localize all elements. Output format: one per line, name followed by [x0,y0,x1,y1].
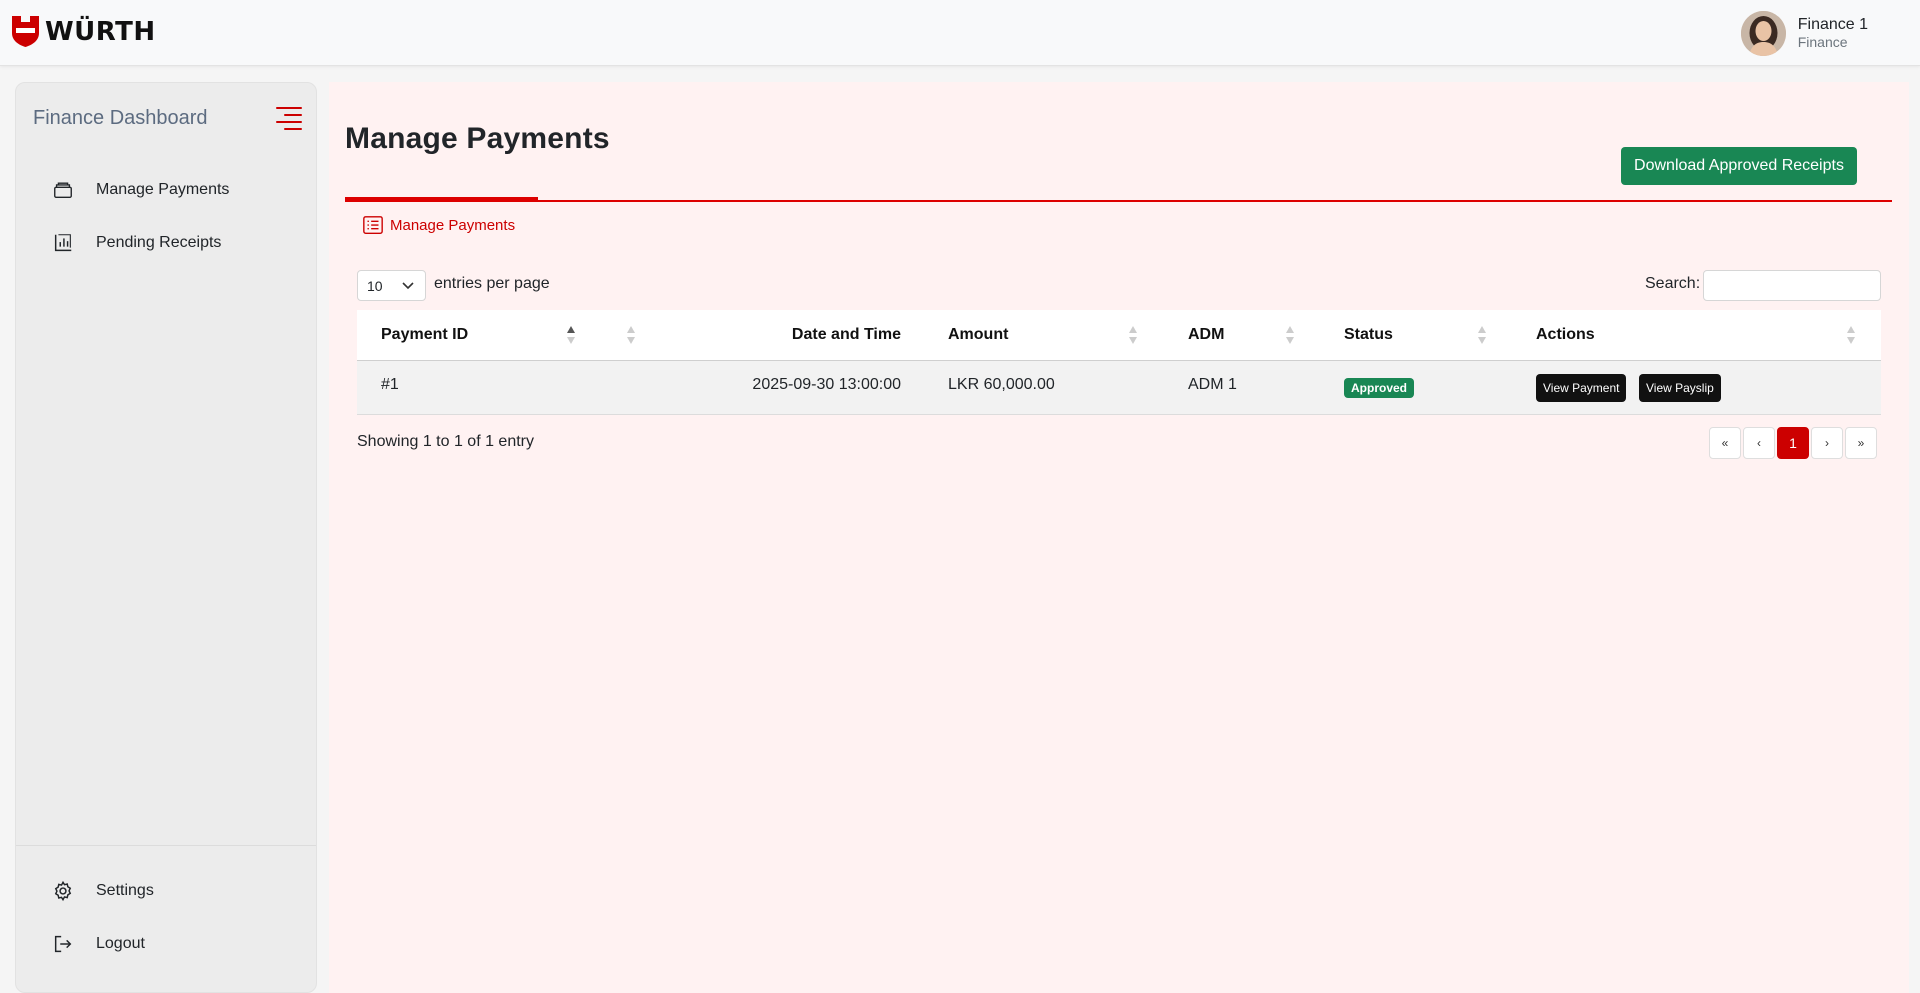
report-chart-icon [54,234,72,252]
sort-icon[interactable] [626,324,636,346]
gear-icon [54,880,72,902]
cell-date-time: 2025-09-30 13:00:00 [752,376,901,393]
column-header-amount[interactable]: Amount [948,326,1008,344]
tab-manage-payments[interactable]: Manage Payments [362,214,515,236]
sort-icon[interactable] [1285,324,1295,346]
brand-name: WÜRTH [45,16,156,47]
user-name: Finance 1 [1797,16,1868,33]
column-header-adm[interactable]: ADM [1188,326,1224,344]
sidebar-item-settings[interactable]: Settings [52,880,154,902]
view-payment-button[interactable]: View Payment [1536,374,1627,402]
menu-toggle-icon[interactable] [272,105,302,131]
list-icon [363,216,383,234]
sort-icon[interactable] [1477,324,1487,346]
logout-icon [54,935,72,953]
wallet-icon [54,182,72,199]
column-header-status[interactable]: Status [1344,326,1393,344]
view-payslip-button[interactable]: View Payslip [1639,374,1721,402]
search-label: Search: [1645,275,1701,292]
page-length-label: entries per page [434,275,550,292]
brand-logo[interactable]: WÜRTH [12,16,156,47]
pagination-next-button[interactable]: › [1811,427,1843,459]
tab-divider [345,200,1892,202]
cell-payment-id: #1 [381,376,399,393]
tab-active-indicator [345,197,538,201]
sidebar-item-label: Logout [96,935,145,952]
sidebar-title: Finance Dashboard [33,107,208,129]
sort-icon[interactable] [1846,324,1856,346]
sidebar: Finance Dashboard Manage Payments Pendin… [15,82,317,993]
sidebar-item-label: Manage Payments [96,181,230,198]
table-header: Payment ID Date and Time Amount ADM Stat… [357,310,1881,361]
tab-label: Manage Payments [390,216,516,234]
sidebar-item-logout[interactable]: Logout [52,933,145,955]
main-content: Manage Payments Download Approved Receip… [329,82,1909,993]
pagination-last-button[interactable]: » [1845,427,1877,459]
column-header-actions[interactable]: Actions [1536,326,1595,344]
page-length-value: 10 [367,277,383,294]
top-bar: WÜRTH Finance 1 Finance [0,0,1920,66]
wurth-logo-icon [12,16,39,47]
user-avatar-icon [1740,11,1786,56]
user-role: Finance [1797,34,1848,50]
user-profile[interactable]: Finance 1 Finance [1740,11,1868,56]
page-length-select[interactable]: 10 [357,270,426,301]
table-row: #1 2025-09-30 13:00:00 LKR 60,000.00 ADM… [357,361,1881,415]
table-info: Showing 1 to 1 of 1 entry [357,433,534,450]
sidebar-item-label: Pending Receipts [96,234,222,251]
pagination-first-button[interactable]: « [1709,427,1741,459]
sort-icon[interactable] [1128,324,1138,346]
pagination-prev-button[interactable]: ‹ [1743,427,1775,459]
download-approved-receipts-button[interactable]: Download Approved Receipts [1621,147,1857,185]
chevron-down-icon [402,282,414,290]
sidebar-item-pending-receipts[interactable]: Pending Receipts [52,232,221,254]
avatar [1740,11,1786,56]
pagination-page-button[interactable]: 1 [1777,427,1809,459]
column-header-date-time[interactable]: Date and Time [792,326,901,344]
status-badge: Approved [1344,378,1415,398]
page-title: Manage Payments [345,122,610,155]
sidebar-item-label: Settings [96,882,154,899]
payments-table: Payment ID Date and Time Amount ADM Stat… [357,310,1881,415]
sidebar-item-manage-payments[interactable]: Manage Payments [52,179,229,201]
column-header-payment-id[interactable]: Payment ID [381,326,468,344]
cell-adm: ADM 1 [1188,376,1237,393]
cell-amount: LKR 60,000.00 [948,376,1055,393]
sidebar-divider [16,845,316,846]
pagination: « ‹ 1 › » [1709,427,1877,459]
search-input[interactable] [1703,270,1881,301]
sort-asc-icon[interactable] [566,324,576,346]
